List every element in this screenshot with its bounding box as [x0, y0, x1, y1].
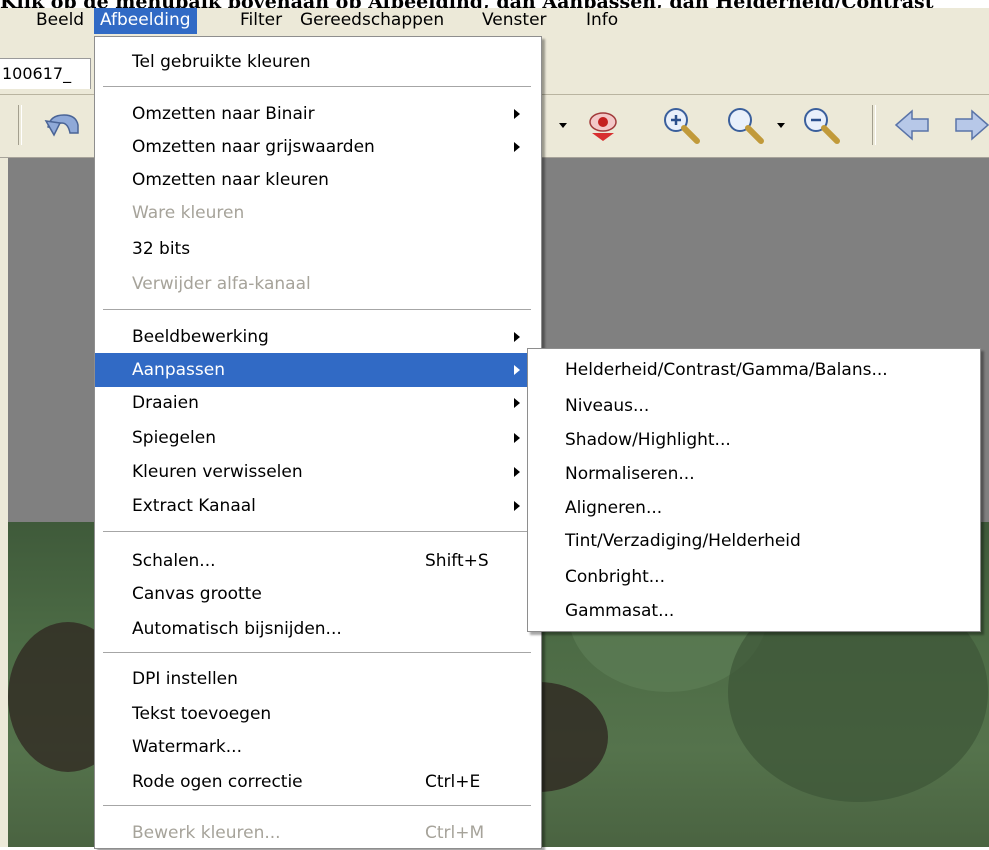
menu-item-bewerk-kleuren: Bewerk kleuren... Ctrl+M	[95, 816, 539, 850]
menu-item-tekst-toevoegen[interactable]: Tekst toevoegen	[95, 697, 539, 731]
menu-item-label: Omzetten naar Binair	[132, 104, 315, 124]
menu-item-shortcut: Ctrl+M	[425, 823, 485, 843]
zoom-in-icon[interactable]	[660, 105, 704, 145]
menu-afbeelding[interactable]: Afbeelding	[94, 8, 197, 34]
menu-item-label: Beeldbewerking	[132, 327, 269, 347]
menu-separator	[103, 86, 531, 88]
submenu-arrow-icon	[514, 398, 520, 408]
zoom-out-icon[interactable]	[800, 105, 844, 145]
menu-item-omzetten-naar-binair[interactable]: Omzetten naar Binair	[95, 97, 539, 131]
menu-item-label: Schalen...	[132, 551, 216, 571]
toolbar-separator	[872, 105, 876, 145]
submenu-arrow-icon	[514, 332, 520, 342]
submenu-item-label: Shadow/Highlight...	[565, 430, 731, 450]
menu-item-label: Verwijder alfa-kanaal	[132, 274, 311, 294]
menu-item-spiegelen[interactable]: Spiegelen	[95, 421, 539, 455]
menu-item-label: Aanpassen	[132, 360, 225, 380]
submenu-arrow-icon	[514, 501, 520, 511]
menu-item-kleuren-verwisselen[interactable]: Kleuren verwisselen	[95, 455, 539, 489]
menu-item-canvas-grootte[interactable]: Canvas grootte	[95, 577, 539, 611]
submenu-item-conbright[interactable]: Conbright...	[528, 560, 978, 594]
menu-separator	[103, 805, 531, 807]
menu-item-watermark[interactable]: Watermark...	[95, 730, 539, 764]
menu-item-aanpassen[interactable]: Aanpassen	[95, 353, 539, 387]
menu-item-shortcut: Shift+S	[425, 551, 489, 571]
menu-item-tel-gebruikte-kleuren[interactable]: Tel gebruikte kleuren	[95, 45, 539, 79]
menu-item-label: Tel gebruikte kleuren	[132, 52, 311, 72]
menu-item-verwijder-alfa-kanaal: Verwijder alfa-kanaal	[95, 267, 539, 301]
menu-item-label: 32 bits	[132, 239, 191, 259]
menu-item-draaien[interactable]: Draaien	[95, 386, 539, 420]
menu-item-extract-kanaal[interactable]: Extract Kanaal	[95, 489, 539, 523]
menu-item-label: Omzetten naar grijswaarden	[132, 137, 375, 157]
menu-item-label: Extract Kanaal	[132, 496, 256, 516]
menu-item-label: Draaien	[132, 393, 199, 413]
submenu-arrow-icon	[514, 365, 520, 375]
menu-info[interactable]: Info	[580, 8, 624, 34]
submenu-arrow-icon	[514, 467, 520, 477]
menu-item-omzetten-naar-grijswaarden[interactable]: Omzetten naar grijswaarden	[95, 130, 539, 164]
menu-gereedschappen[interactable]: Gereedschappen	[294, 8, 450, 34]
dropdown-arrow-icon[interactable]	[556, 105, 570, 145]
menu-item-rode-ogen-correctie[interactable]: Rode ogen correctie Ctrl+E	[95, 765, 539, 799]
submenu-item-aligneren[interactable]: Aligneren...	[528, 491, 978, 525]
menu-item-label: Bewerk kleuren...	[132, 823, 281, 843]
menu-item-ware-kleuren: Ware kleuren	[95, 196, 539, 230]
submenu-item-shadow-highlight[interactable]: Shadow/Highlight...	[528, 423, 978, 457]
submenu-arrow-icon	[514, 142, 520, 152]
menu-item-label: Canvas grootte	[132, 584, 262, 604]
menu-item-omzetten-naar-kleuren[interactable]: Omzetten naar kleuren	[95, 163, 539, 197]
submenu-arrow-icon	[514, 433, 520, 443]
submenu-item-gammasat[interactable]: Gammasat...	[528, 594, 978, 628]
menu-venster[interactable]: Venster	[476, 8, 553, 34]
afbeelding-menu: Tel gebruikte kleuren Omzetten naar Bina…	[94, 36, 542, 849]
submenu-item-label: Niveaus...	[565, 396, 650, 416]
toolbar-separator	[18, 105, 22, 145]
submenu-arrow-icon	[514, 109, 520, 119]
menu-item-beeldbewerking[interactable]: Beeldbewerking	[95, 320, 539, 354]
menu-separator	[103, 309, 531, 311]
window-edge	[0, 158, 8, 847]
aanpassen-submenu: Helderheid/Contrast/Gamma/Balans... Nive…	[527, 348, 981, 632]
menu-item-label: Watermark...	[132, 737, 242, 757]
submenu-item-label: Conbright...	[565, 567, 665, 587]
submenu-item-tint-verzadiging[interactable]: Tint/Verzadiging/Helderheid	[528, 524, 978, 558]
menu-beeld[interactable]: Beeld	[30, 8, 90, 34]
menu-item-label: Spiegelen	[132, 428, 216, 448]
menu-item-label: Ware kleuren	[132, 203, 245, 223]
menu-bar: Beeld Afbeelding Filter Gereedschappen V…	[0, 8, 989, 36]
document-tab[interactable]: 100617_	[0, 58, 91, 89]
menu-item-label: Rode ogen correctie	[132, 772, 303, 792]
menu-separator	[103, 531, 531, 533]
submenu-item-normaliseren[interactable]: Normaliseren...	[528, 457, 978, 491]
red-eye-icon[interactable]	[582, 105, 624, 145]
undo-icon[interactable]	[42, 105, 86, 145]
submenu-item-niveaus[interactable]: Niveaus...	[528, 389, 978, 423]
submenu-item-helderheid-contrast[interactable]: Helderheid/Contrast/Gamma/Balans...	[528, 353, 978, 387]
menu-item-label: Omzetten naar kleuren	[132, 170, 329, 190]
arrow-left-icon[interactable]	[890, 105, 934, 145]
zoom-dropdown-arrow-icon[interactable]	[774, 105, 788, 145]
menu-separator	[103, 652, 531, 654]
submenu-item-label: Tint/Verzadiging/Helderheid	[565, 531, 801, 551]
menu-item-automatisch-bijsnijden[interactable]: Automatisch bijsnijden...	[95, 612, 539, 646]
submenu-item-label: Gammasat...	[565, 601, 675, 621]
submenu-item-label: Helderheid/Contrast/Gamma/Balans...	[565, 360, 888, 380]
arrow-right-icon[interactable]	[950, 105, 989, 145]
menu-item-shortcut: Ctrl+E	[425, 772, 481, 792]
submenu-item-label: Aligneren...	[565, 498, 663, 518]
menu-item-32-bits[interactable]: 32 bits	[95, 232, 539, 266]
menu-item-dpi-instellen[interactable]: DPI instellen	[95, 662, 539, 696]
menu-filter[interactable]: Filter	[234, 8, 288, 34]
menu-item-label: Tekst toevoegen	[132, 704, 272, 724]
zoom-icon[interactable]	[724, 105, 768, 145]
menu-item-label: Kleuren verwisselen	[132, 462, 303, 482]
menu-item-label: DPI instellen	[132, 669, 238, 689]
menu-item-label: Automatisch bijsnijden...	[132, 619, 342, 639]
menu-item-schalen[interactable]: Schalen... Shift+S	[95, 544, 539, 578]
submenu-item-label: Normaliseren...	[565, 464, 695, 484]
